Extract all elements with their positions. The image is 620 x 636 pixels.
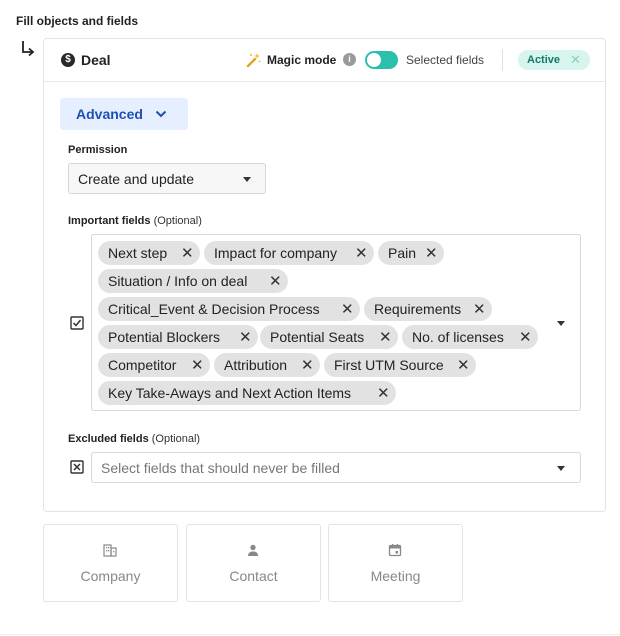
field-chip: Next step ✕ bbox=[98, 241, 200, 265]
checkbox-checked-icon[interactable] bbox=[70, 316, 84, 330]
magic-mode-toggle[interactable] bbox=[365, 51, 398, 69]
close-icon[interactable]: ✕ bbox=[570, 52, 581, 68]
magic-wand-icon bbox=[246, 53, 261, 68]
header-divider bbox=[502, 49, 503, 71]
magic-mode-label: Magic mode bbox=[267, 53, 337, 67]
chip-remove-icon[interactable]: ✕ bbox=[425, 244, 438, 262]
deal-header: $ Deal Magic mode i Selected fields Acti… bbox=[44, 39, 605, 82]
excluded-fields-label: Excluded fields (Optional) bbox=[68, 433, 201, 445]
chip-remove-icon[interactable]: ✕ bbox=[239, 328, 252, 346]
caret-down-icon bbox=[243, 177, 251, 182]
permission-select[interactable]: Create and update bbox=[68, 163, 266, 194]
bottom-divider bbox=[0, 634, 620, 635]
optional-label: (Optional) bbox=[151, 433, 201, 445]
calendar-icon bbox=[388, 544, 402, 557]
object-card-company[interactable]: Company bbox=[43, 524, 178, 602]
selected-fields-label: Selected fields bbox=[406, 53, 485, 67]
advanced-label: Advanced bbox=[76, 106, 143, 122]
object-card-label: Meeting bbox=[370, 568, 421, 584]
field-chip: Situation / Info on deal ✕ bbox=[98, 269, 288, 293]
field-chip: Competitor ✕ bbox=[98, 353, 210, 377]
important-fields-input[interactable]: Next step ✕ Impact for company ✕ Pain ✕ … bbox=[91, 234, 581, 411]
field-chip: Impact for company ✕ bbox=[204, 241, 374, 265]
deal-card: $ Deal Magic mode i Selected fields Acti… bbox=[43, 38, 606, 512]
caret-down-icon[interactable] bbox=[557, 466, 565, 471]
person-icon bbox=[248, 544, 258, 556]
chip-remove-icon[interactable]: ✕ bbox=[355, 244, 368, 262]
object-card-meeting[interactable]: Meeting bbox=[328, 524, 463, 602]
field-chip: Requirements ✕ bbox=[364, 297, 492, 321]
chip-remove-icon[interactable]: ✕ bbox=[457, 356, 470, 374]
field-chip: First UTM Source ✕ bbox=[324, 353, 476, 377]
chip-remove-icon[interactable]: ✕ bbox=[191, 356, 204, 374]
chip-remove-icon[interactable]: ✕ bbox=[379, 328, 392, 346]
deal-title: Deal bbox=[81, 52, 111, 68]
field-chip: Critical_Event & Decision Process ✕ bbox=[98, 297, 360, 321]
chip-remove-icon[interactable]: ✕ bbox=[473, 300, 486, 318]
field-chip: Pain ✕ bbox=[378, 241, 444, 265]
chip-remove-icon[interactable]: ✕ bbox=[269, 272, 282, 290]
permission-label: Permission bbox=[68, 144, 128, 156]
optional-label: (Optional) bbox=[153, 215, 202, 227]
return-arrow-icon bbox=[22, 41, 35, 57]
field-chip: No. of licenses ✕ bbox=[402, 325, 538, 349]
status-badge-label: Active bbox=[527, 54, 561, 66]
advanced-button[interactable]: Advanced bbox=[60, 98, 188, 130]
section-title: Fill objects and fields bbox=[16, 14, 139, 28]
chip-remove-icon[interactable]: ✕ bbox=[341, 300, 354, 318]
checkbox-excluded-icon[interactable] bbox=[70, 460, 84, 474]
dollar-icon: $ bbox=[61, 53, 75, 67]
info-icon[interactable]: i bbox=[343, 53, 356, 66]
permission-value: Create and update bbox=[78, 171, 194, 187]
chip-remove-icon[interactable]: ✕ bbox=[301, 356, 314, 374]
chip-remove-icon[interactable]: ✕ bbox=[377, 384, 390, 402]
field-chip: Key Take-Aways and Next Action Items ✕ bbox=[98, 381, 396, 405]
excluded-fields-placeholder: Select fields that should never be fille… bbox=[101, 460, 340, 476]
field-chip: Potential Seats ✕ bbox=[260, 325, 398, 349]
building-icon bbox=[103, 544, 117, 557]
chip-remove-icon[interactable]: ✕ bbox=[519, 328, 532, 346]
important-fields-label: Important fields (Optional) bbox=[68, 215, 202, 227]
excluded-fields-input[interactable]: Select fields that should never be fille… bbox=[91, 452, 581, 483]
field-chip: Attribution ✕ bbox=[214, 353, 320, 377]
field-chip: Potential Blockers ✕ bbox=[98, 325, 258, 349]
chevron-down-icon bbox=[155, 110, 167, 118]
caret-down-icon[interactable] bbox=[557, 321, 565, 326]
toggle-knob bbox=[367, 53, 381, 67]
status-badge: Active ✕ bbox=[518, 50, 590, 70]
object-card-label: Contact bbox=[229, 568, 278, 584]
chip-remove-icon[interactable]: ✕ bbox=[181, 244, 194, 262]
object-card-contact[interactable]: Contact bbox=[186, 524, 321, 602]
object-card-label: Company bbox=[80, 568, 141, 584]
